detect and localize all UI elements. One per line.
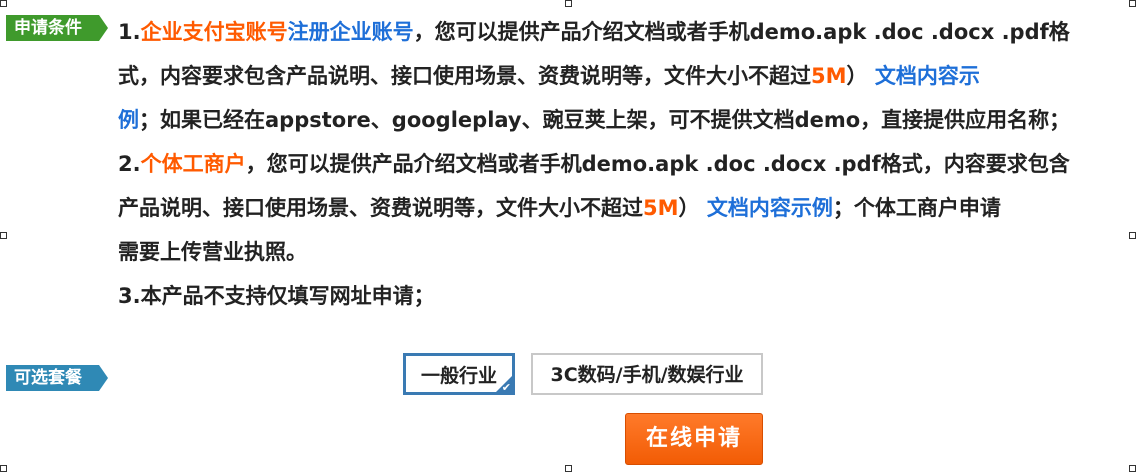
register-enterprise-link[interactable]: 注册企业账号 [288,20,414,44]
individual-business-highlight: 个体工商户 [140,152,246,176]
conditions-tag: 申请条件 [6,15,108,41]
resize-handle-bottom-right[interactable] [1129,465,1136,472]
item-number: 2. [118,152,141,176]
condition-2-line-1: 2.个体工商户，您可以提供产品介绍文档或者手机demo.apk .doc .do… [118,142,1130,186]
package-option-3c-digital[interactable]: 3C数码/手机/数娱行业 [531,353,763,395]
condition-2-text: 需要上传营业执照。 [118,240,307,264]
document-example-link[interactable]: 例 [118,108,139,132]
document-example-link[interactable]: 文档内容示例 [707,196,833,220]
packages-tag: 可选套餐 [6,365,108,391]
condition-2-line-2: 产品说明、接口使用场景、资费说明等，文件大小不超过5M） 文档内容示例；个体工商… [118,186,1130,230]
file-size-limit: 5M [811,64,847,88]
condition-2-text: ；个体工商户申请 [832,196,1001,220]
condition-1-text: ） [846,64,875,88]
resize-handle-middle-left[interactable] [0,232,7,239]
condition-2-text: ，您可以提供产品介绍文档或者手机demo.apk .doc .docx .pdf… [245,152,1070,176]
condition-2-line-3: 需要上传营业执照。 [118,230,1130,274]
document-example-link[interactable]: 文档内容示 [875,64,980,88]
checkmark-icon: ✔ [501,381,511,394]
condition-1-text: 式，内容要求包含产品说明、接口使用场景、资费说明等，文件大小不超过 [118,64,811,88]
condition-2-text: 产品说明、接口使用场景、资费说明等，文件大小不超过 [118,196,643,220]
condition-1-text: ；如果已经在appstore、googleplay、豌豆荚上架，可不提供文档de… [139,108,1071,132]
apply-online-button[interactable]: 在线申请 [625,413,763,465]
condition-2-text: ） [678,196,707,220]
file-size-limit: 5M [643,196,679,220]
package-option-general-industry[interactable]: 一般行业 ✔ [403,353,515,395]
package-option-label: 3C数码/手机/数娱行业 [550,364,744,386]
resize-handle-middle-right[interactable] [1129,232,1136,239]
condition-1-line-3: 例；如果已经在appstore、googleplay、豌豆荚上架，可不提供文档d… [118,98,1130,142]
condition-3: 3.本产品不支持仅填写网址申请； [118,274,1130,318]
item-number: 1. [118,20,141,44]
resize-handle-bottom-left[interactable] [0,465,7,472]
enterprise-alipay-highlight: 企业支付宝账号 [140,20,288,44]
condition-1-line-1: 1.企业支付宝账号注册企业账号，您可以提供产品介绍文档或者手机demo.apk … [118,10,1130,54]
condition-3-text: 3.本产品不支持仅填写网址申请； [118,284,435,308]
resize-handle-top-right[interactable] [1129,0,1136,7]
resize-handle-top-center[interactable] [565,0,572,7]
resize-handle-top-left[interactable] [0,0,7,7]
condition-1-line-2: 式，内容要求包含产品说明、接口使用场景、资费说明等，文件大小不超过5M） 文档内… [118,54,1130,98]
conditions-text: 1.企业支付宝账号注册企业账号，您可以提供产品介绍文档或者手机demo.apk … [118,10,1130,318]
resize-handle-bottom-center[interactable] [565,465,572,472]
package-option-label: 一般行业 [420,365,497,387]
condition-1-text: ，您可以提供产品介绍文档或者手机demo.apk .doc .docx .pdf… [413,20,1070,44]
